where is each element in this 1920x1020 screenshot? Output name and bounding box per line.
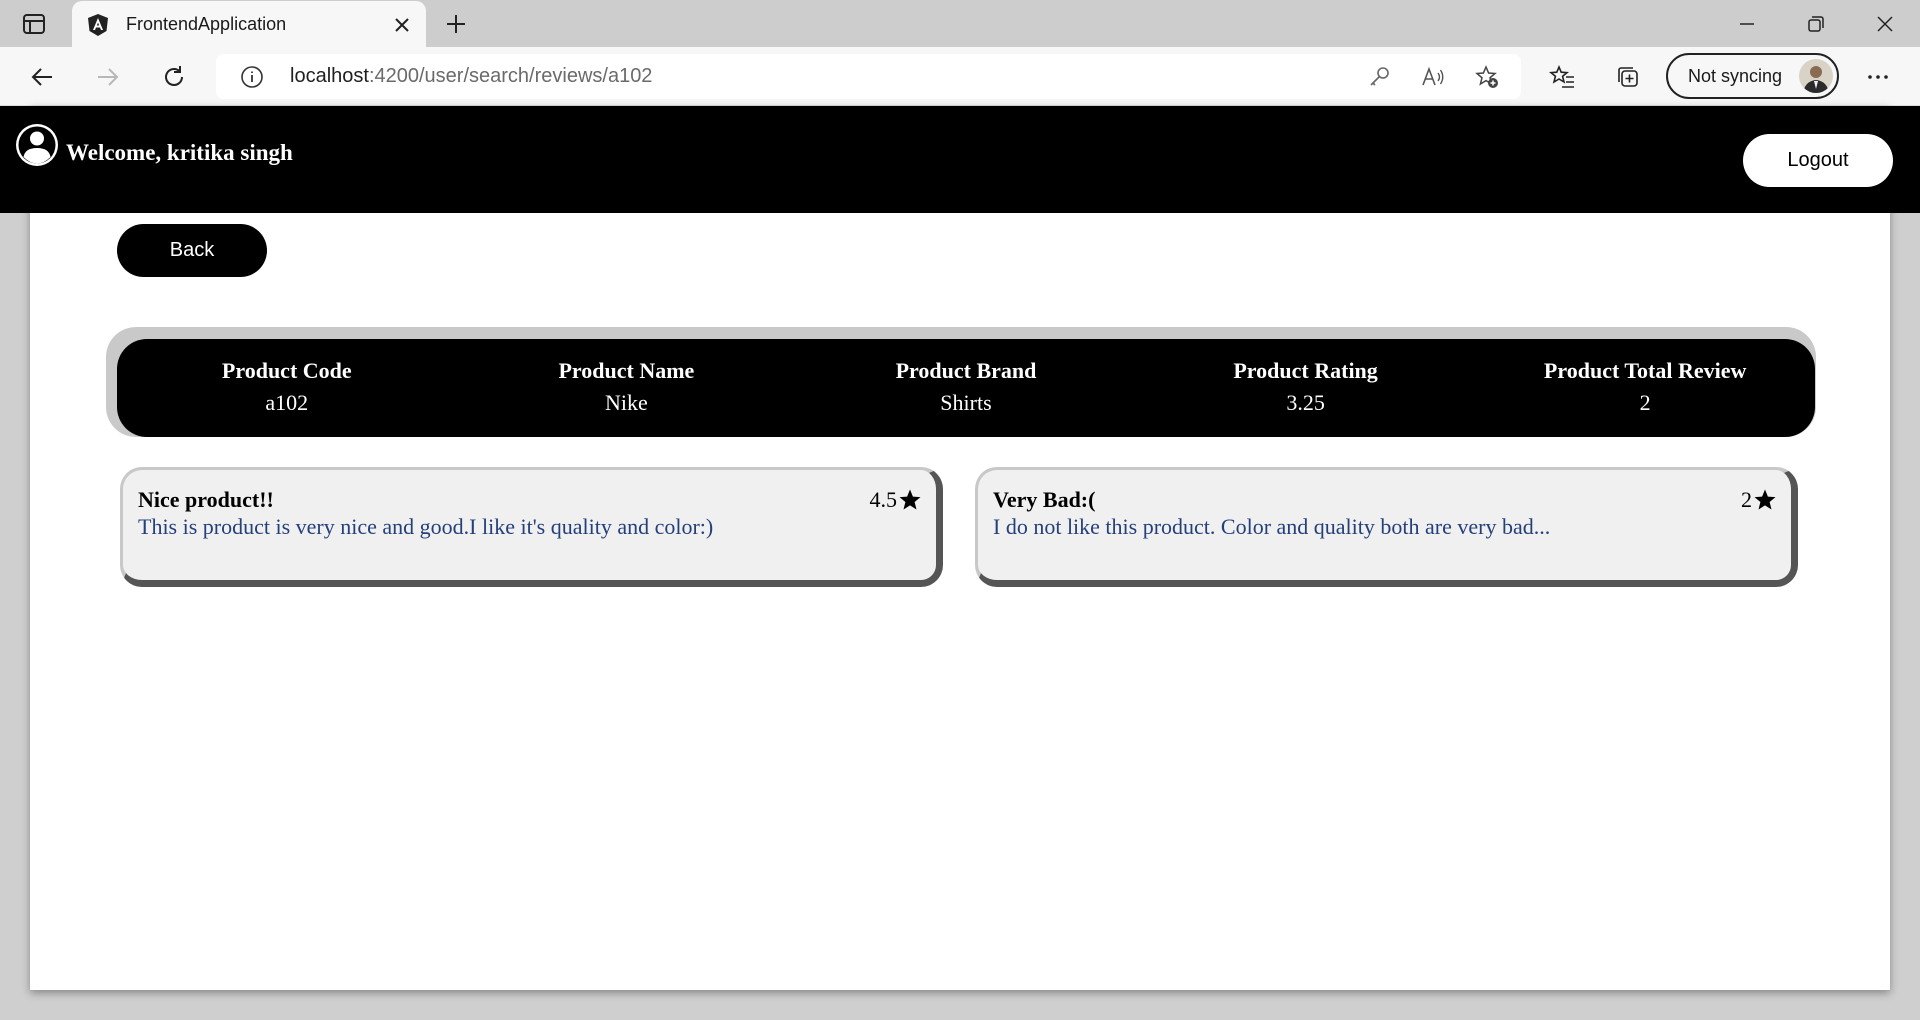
app-header: Welcome, kritika singh Logout (0, 106, 1920, 213)
star-icon (1754, 489, 1776, 510)
tab-actions-icon[interactable] (20, 11, 48, 37)
browser-toolbar: localhost:4200/user/search/reviews/a102 … (0, 47, 1920, 106)
product-total-review-value: 2 (1639, 390, 1651, 415)
back-arrow-icon[interactable] (28, 63, 56, 91)
product-rating-column: Product Rating 3.25 (1136, 339, 1476, 437)
minimize-icon[interactable] (1735, 12, 1759, 36)
review-rating-value: 2 (1741, 487, 1752, 512)
url-text[interactable]: localhost:4200/user/search/reviews/a102 (290, 65, 652, 88)
review-title: Very Bad:( (993, 487, 1096, 512)
page-viewport: Welcome, kritika singh Logout Back Produ… (0, 106, 1920, 990)
product-total-review-label: Product Total Review (1543, 358, 1747, 383)
profile-avatar (1799, 59, 1833, 93)
product-code-column: Product Code a102 (117, 339, 457, 437)
review-rating: 4.5 (870, 487, 923, 513)
product-rating-label: Product Rating (1233, 358, 1378, 383)
more-options-icon[interactable] (1864, 63, 1892, 91)
info-icon[interactable] (240, 65, 264, 89)
review-card: Very Bad:( I do not like this product. C… (975, 467, 1798, 587)
key-icon[interactable] (1366, 64, 1392, 90)
restore-icon[interactable] (1804, 12, 1828, 36)
back-button[interactable]: Back (117, 224, 267, 277)
review-rating-value: 4.5 (869, 487, 898, 512)
product-code-value: a102 (265, 390, 309, 415)
angular-favicon-icon (88, 14, 108, 36)
review-card: Nice product!! This is product is very n… (120, 467, 943, 587)
close-window-icon[interactable] (1873, 12, 1897, 36)
product-summary: Product Code a102 Product Name Nike Prod… (117, 339, 1815, 437)
sync-label: Not syncing (1688, 66, 1783, 86)
welcome-message: Welcome, kritika singh (66, 140, 293, 165)
close-tab-icon[interactable] (392, 15, 412, 35)
collections-icon[interactable] (1614, 63, 1642, 91)
browser-tab-bar: FrontendApplication (0, 0, 1920, 48)
review-text: I do not like this product. Color and qu… (993, 514, 1551, 539)
forward-arrow-icon[interactable] (94, 63, 122, 91)
product-brand-label: Product Brand (895, 358, 1037, 383)
review-rating: 2 (1741, 487, 1777, 513)
product-code-label: Product Code (221, 358, 352, 383)
user-avatar-icon (16, 124, 58, 166)
browser-tab[interactable]: FrontendApplication (72, 1, 426, 48)
url-host: localhost (290, 65, 369, 87)
tab-title: FrontendApplication (126, 14, 287, 34)
logout-button[interactable]: Logout (1743, 134, 1893, 187)
address-bar[interactable]: localhost:4200/user/search/reviews/a102 (216, 54, 1521, 99)
add-favorite-icon[interactable] (1474, 64, 1500, 90)
star-icon (899, 489, 921, 510)
product-total-review-column: Product Total Review 2 (1475, 339, 1815, 437)
product-name-label: Product Name (558, 358, 695, 383)
url-path: :4200/user/search/reviews/a102 (368, 65, 653, 87)
product-name-column: Product Name Nike (457, 339, 797, 437)
new-tab-icon[interactable] (444, 12, 468, 36)
product-rating-value: 3.25 (1286, 390, 1325, 415)
refresh-icon[interactable] (160, 63, 188, 91)
product-brand-column: Product Brand Shirts (796, 339, 1136, 437)
product-brand-value: Shirts (940, 390, 992, 415)
favorites-icon[interactable] (1548, 63, 1576, 91)
read-aloud-icon[interactable] (1420, 64, 1446, 90)
review-text: This is product is very nice and good.I … (138, 514, 714, 539)
product-name-value: Nike (605, 390, 648, 415)
profile-sync-button[interactable]: Not syncing (1666, 53, 1839, 99)
review-title: Nice product!! (138, 487, 274, 512)
